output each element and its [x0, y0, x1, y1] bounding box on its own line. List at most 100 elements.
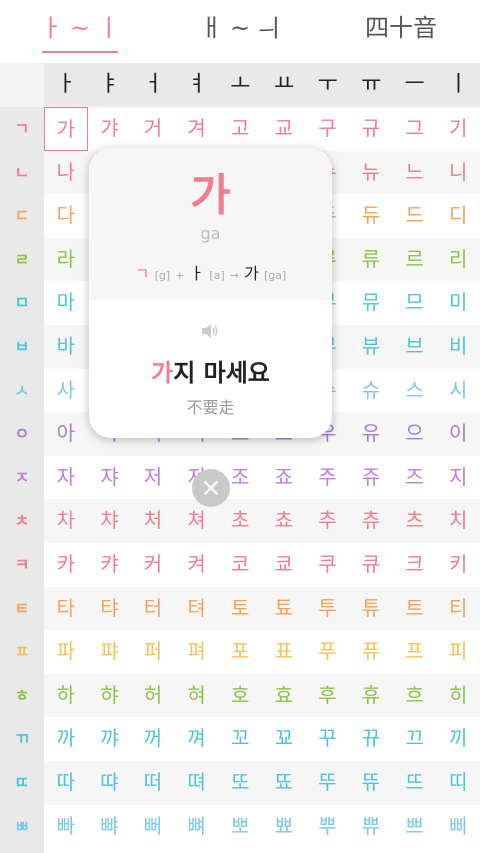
syllable-cell[interactable]: 마	[44, 281, 88, 325]
syllable-cell[interactable]: 자	[44, 456, 88, 500]
syllable-cell[interactable]: 고	[218, 107, 262, 151]
syllable-cell[interactable]: 티	[436, 587, 480, 631]
syllable-cell[interactable]: 탸	[88, 587, 132, 631]
syllable-cell[interactable]: 시	[436, 369, 480, 413]
syllable-cell[interactable]: 히	[436, 674, 480, 718]
syllable-cell[interactable]: 주	[306, 456, 350, 500]
syllable-cell[interactable]: 툐	[262, 587, 306, 631]
syllable-cell[interactable]: 초	[218, 499, 262, 543]
syllable-cell[interactable]: 느	[393, 151, 437, 195]
syllable-cell[interactable]: 후	[306, 674, 350, 718]
syllable-cell[interactable]: 이	[436, 412, 480, 456]
syllable-cell[interactable]: 따	[44, 761, 88, 805]
syllable-cell[interactable]: 차	[44, 499, 88, 543]
syllable-cell[interactable]: 트	[393, 587, 437, 631]
syllable-cell[interactable]: 뜨	[393, 761, 437, 805]
syllable-cell[interactable]: 죠	[262, 456, 306, 500]
syllable-cell[interactable]: 거	[131, 107, 175, 151]
syllable-cell[interactable]: 캬	[88, 543, 132, 587]
syllable-cell[interactable]: 꾜	[262, 717, 306, 761]
syllable-cell[interactable]: 챠	[88, 499, 132, 543]
syllable-cell[interactable]: 코	[218, 543, 262, 587]
syllable-cell[interactable]: 퍄	[88, 630, 132, 674]
syllable-cell[interactable]: 뷰	[349, 325, 393, 369]
syllable-cell[interactable]: 쟈	[88, 456, 132, 500]
tab-basic-vowels[interactable]: ㅏ ~ ㅣ	[30, 8, 130, 48]
syllable-cell[interactable]: 띠	[436, 761, 480, 805]
syllable-cell[interactable]: 기	[436, 107, 480, 151]
syllable-cell[interactable]: 교	[262, 107, 306, 151]
syllable-cell[interactable]: 큐	[349, 543, 393, 587]
syllable-cell[interactable]: 카	[44, 543, 88, 587]
syllable-cell[interactable]: 햐	[88, 674, 132, 718]
syllable-cell[interactable]: 푸	[306, 630, 350, 674]
syllable-cell[interactable]: 슈	[349, 369, 393, 413]
syllable-cell[interactable]: 드	[393, 194, 437, 238]
syllable-cell[interactable]: 뮤	[349, 281, 393, 325]
syllable-cell[interactable]: 쁘	[393, 805, 437, 849]
tab-compound-vowels[interactable]: ㅐ ~ ㅢ	[180, 8, 300, 48]
syllable-cell[interactable]: 라	[44, 238, 88, 282]
syllable-cell[interactable]: 뚜	[306, 761, 350, 805]
syllable-cell[interactable]: 스	[393, 369, 437, 413]
syllable-cell[interactable]: 바	[44, 325, 88, 369]
syllable-cell[interactable]: 혀	[175, 674, 219, 718]
syllable-cell[interactable]: 치	[436, 499, 480, 543]
syllable-cell[interactable]: 듀	[349, 194, 393, 238]
syllable-cell[interactable]: 파	[44, 630, 88, 674]
syllable-cell[interactable]: 가	[44, 107, 88, 151]
syllable-cell[interactable]: 뚀	[262, 761, 306, 805]
syllable-cell[interactable]: 뀨	[349, 717, 393, 761]
syllable-cell[interactable]: 피	[436, 630, 480, 674]
syllable-cell[interactable]: 꼬	[218, 717, 262, 761]
syllable-cell[interactable]: 펴	[175, 630, 219, 674]
syllable-cell[interactable]: 미	[436, 281, 480, 325]
syllable-cell[interactable]: 규	[349, 107, 393, 151]
syllable-cell[interactable]: 니	[436, 151, 480, 195]
syllable-cell[interactable]: 하	[44, 674, 88, 718]
syllable-cell[interactable]: 리	[436, 238, 480, 282]
speaker-icon[interactable]	[200, 321, 220, 341]
syllable-cell[interactable]: 뽀	[218, 805, 262, 849]
syllable-cell[interactable]: 츄	[349, 499, 393, 543]
syllable-cell[interactable]: 터	[131, 587, 175, 631]
syllable-cell[interactable]: 또	[218, 761, 262, 805]
syllable-cell[interactable]: 갸	[88, 107, 132, 151]
syllable-cell[interactable]: 사	[44, 369, 88, 413]
syllable-cell[interactable]: 쵸	[262, 499, 306, 543]
syllable-cell[interactable]: 토	[218, 587, 262, 631]
syllable-cell[interactable]: 퓨	[349, 630, 393, 674]
syllable-cell[interactable]: 저	[131, 456, 175, 500]
syllable-cell[interactable]: 표	[262, 630, 306, 674]
syllable-cell[interactable]: 꺼	[131, 717, 175, 761]
syllable-cell[interactable]: 쀼	[349, 805, 393, 849]
syllable-cell[interactable]: 쿠	[306, 543, 350, 587]
syllable-cell[interactable]: 타	[44, 587, 88, 631]
syllable-cell[interactable]: 껴	[175, 717, 219, 761]
syllable-cell[interactable]: 포	[218, 630, 262, 674]
syllable-cell[interactable]: 뜌	[349, 761, 393, 805]
syllable-cell[interactable]: 즈	[393, 456, 437, 500]
syllable-cell[interactable]: 지	[436, 456, 480, 500]
close-popup-button[interactable]: ×	[192, 469, 230, 507]
syllable-cell[interactable]: 허	[131, 674, 175, 718]
syllable-cell[interactable]: 프	[393, 630, 437, 674]
syllable-cell[interactable]: 유	[349, 412, 393, 456]
syllable-cell[interactable]: 떠	[131, 761, 175, 805]
syllable-cell[interactable]: 뗘	[175, 761, 219, 805]
syllable-cell[interactable]: 흐	[393, 674, 437, 718]
syllable-cell[interactable]: 텨	[175, 587, 219, 631]
syllable-cell[interactable]: 쿄	[262, 543, 306, 587]
syllable-cell[interactable]: 퍼	[131, 630, 175, 674]
syllable-cell[interactable]: 투	[306, 587, 350, 631]
syllable-cell[interactable]: 호	[218, 674, 262, 718]
syllable-cell[interactable]: 디	[436, 194, 480, 238]
syllable-cell[interactable]: 겨	[175, 107, 219, 151]
syllable-cell[interactable]: 크	[393, 543, 437, 587]
syllable-cell[interactable]: 튜	[349, 587, 393, 631]
syllable-cell[interactable]: 비	[436, 325, 480, 369]
syllable-cell[interactable]: 쥬	[349, 456, 393, 500]
syllable-cell[interactable]: 처	[131, 499, 175, 543]
syllable-cell[interactable]: 뾰	[262, 805, 306, 849]
syllable-cell[interactable]: 으	[393, 412, 437, 456]
